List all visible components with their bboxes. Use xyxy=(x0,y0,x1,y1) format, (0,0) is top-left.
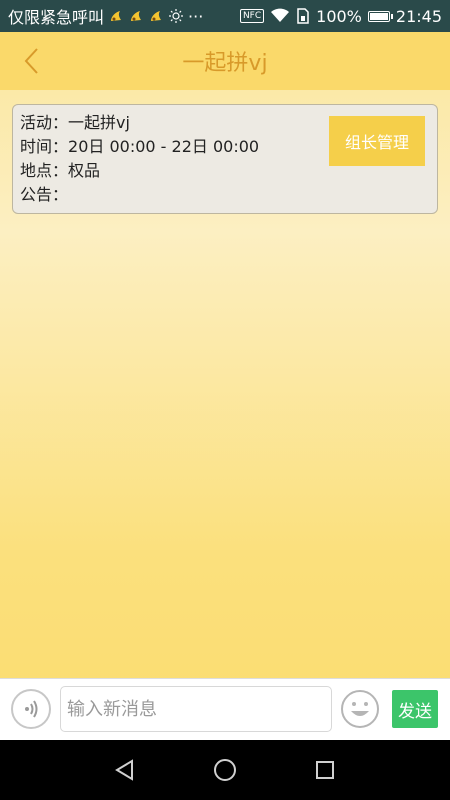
voice-icon xyxy=(25,700,38,718)
nfc-icon: NFC xyxy=(239,9,265,23)
triangle-back-icon xyxy=(115,759,133,781)
notification-icon xyxy=(128,8,144,24)
emoji-button[interactable] xyxy=(340,689,380,729)
clock: 21:45 xyxy=(395,6,442,26)
message-input[interactable] xyxy=(60,686,332,732)
status-bar: 仅限紧急呼叫 ··· NFC 100% 21:45 xyxy=(0,0,450,32)
sim-icon xyxy=(296,8,310,24)
nav-recent-button[interactable] xyxy=(309,754,341,786)
time-label: 时间： xyxy=(20,137,69,156)
send-button[interactable]: 发送 xyxy=(392,690,438,728)
message-input-bar: 发送 xyxy=(0,678,450,740)
carrier-text: 仅限紧急呼叫 xyxy=(8,8,105,27)
location-value: 权品 xyxy=(68,161,101,180)
more-notifications: ··· xyxy=(188,6,204,26)
chevron-left-icon xyxy=(24,48,38,74)
notice-label: 公告： xyxy=(20,185,69,204)
battery-icon xyxy=(367,10,393,22)
status-left: 仅限紧急呼叫 ··· xyxy=(8,4,203,28)
notification-icon xyxy=(148,8,164,24)
location-label: 地点： xyxy=(20,161,69,180)
circle-home-icon xyxy=(214,759,236,781)
chat-screen: 一起拼vj 活动：一起拼vj 时间：20日 00:00 - 22日 00:00 … xyxy=(0,32,450,740)
smiley-icon xyxy=(341,690,379,728)
activity-label: 活动： xyxy=(20,113,69,132)
title-bar: 一起拼vj xyxy=(0,32,450,90)
battery-percent: 100% xyxy=(316,6,362,26)
page-title: 一起拼vj xyxy=(182,51,268,76)
time-value: 20日 00:00 - 22日 00:00 xyxy=(68,137,260,156)
voice-button[interactable] xyxy=(11,689,51,729)
notification-icon xyxy=(108,8,124,24)
status-right: NFC 100% 21:45 xyxy=(239,6,442,26)
brightness-icon xyxy=(168,8,184,24)
nav-home-button[interactable] xyxy=(209,754,241,786)
activity-info-card: 活动：一起拼vj 时间：20日 00:00 - 22日 00:00 地点：权品 … xyxy=(12,104,438,214)
back-button[interactable] xyxy=(14,42,50,80)
notice-row: 公告： xyxy=(20,183,430,207)
square-recent-icon xyxy=(316,761,334,779)
activity-value: 一起拼vj xyxy=(68,113,130,132)
nav-back-button[interactable] xyxy=(109,754,141,786)
system-nav-bar xyxy=(0,740,450,800)
wifi-icon xyxy=(270,8,290,24)
leader-manage-button[interactable]: 组长管理 xyxy=(329,116,425,166)
